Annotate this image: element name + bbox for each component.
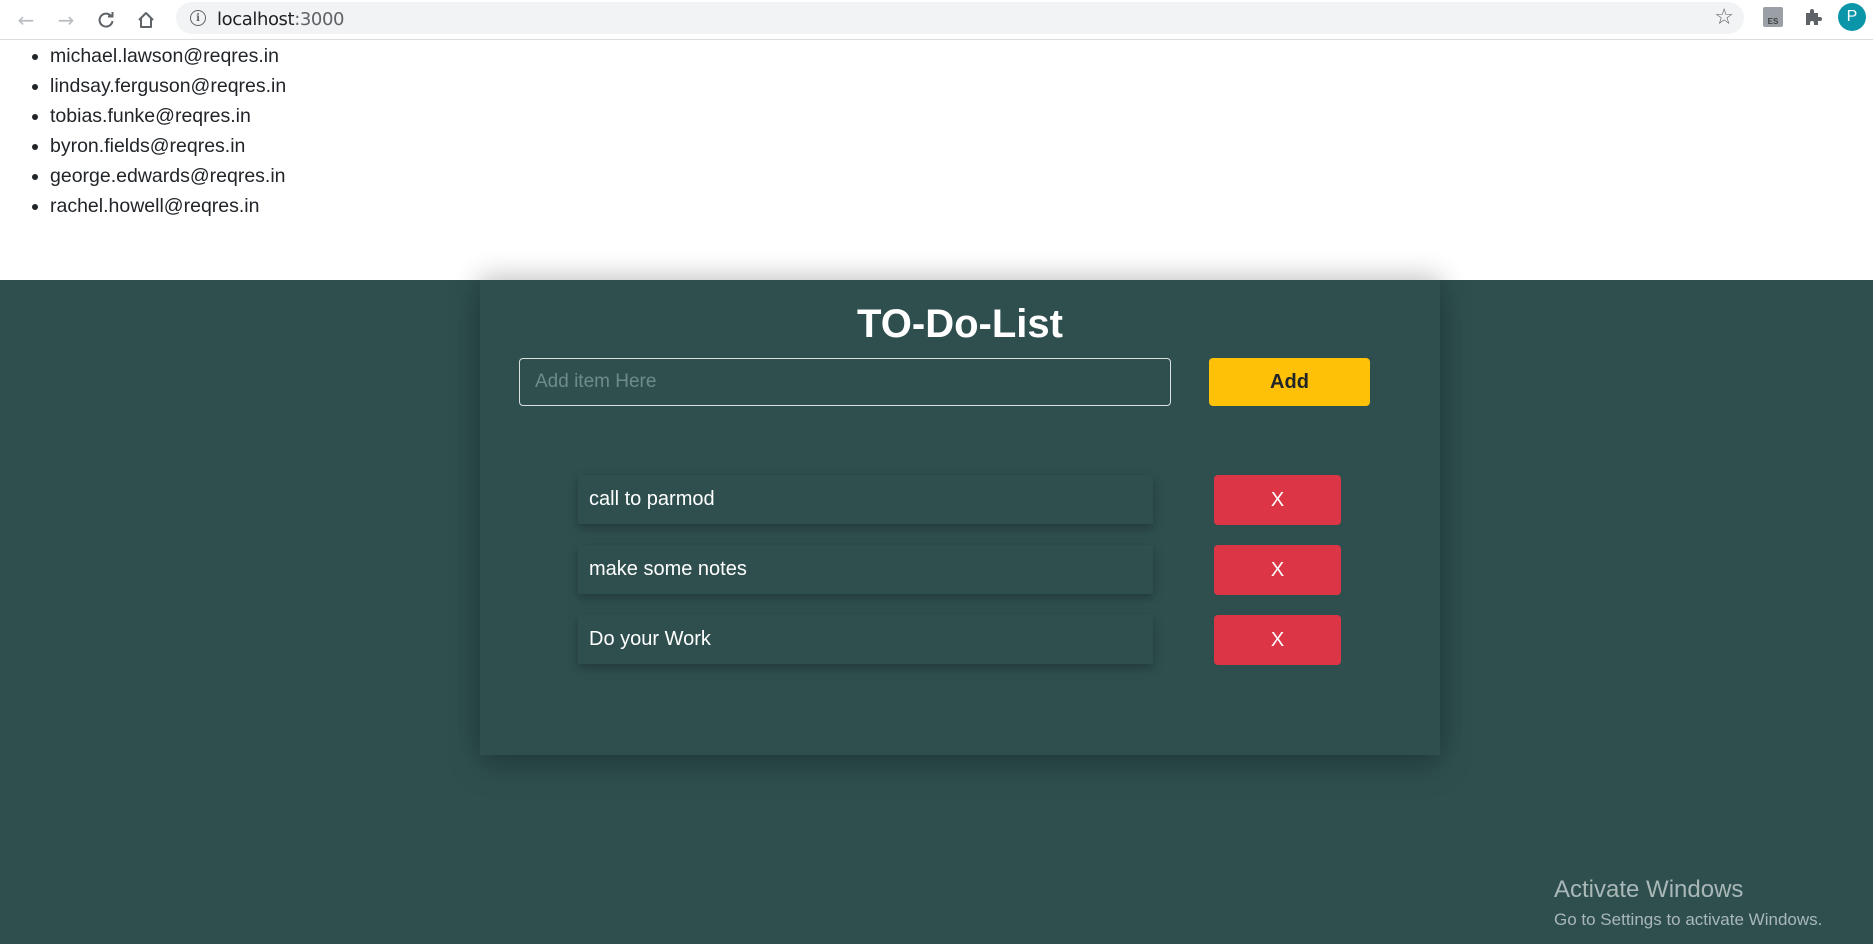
- email-item: rachel.howell@reqres.in: [50, 191, 286, 221]
- todo-card: TO-Do-List Add call to parmod X make som…: [480, 280, 1440, 755]
- todo-section: TO-Do-List Add call to parmod X make som…: [0, 280, 1873, 944]
- home-icon[interactable]: [130, 4, 162, 36]
- email-item: lindsay.ferguson@reqres.in: [50, 71, 286, 101]
- profile-avatar[interactable]: P: [1838, 3, 1866, 31]
- watermark-heading: Activate Windows: [1554, 876, 1744, 903]
- extensions-puzzle-icon[interactable]: [1800, 4, 1826, 30]
- todo-item: Do your Work: [578, 615, 1153, 664]
- extension-badge-label: ES: [1767, 17, 1779, 26]
- back-arrow-icon[interactable]: ←: [10, 4, 42, 36]
- delete-item-button[interactable]: X: [1214, 545, 1341, 595]
- add-item-input[interactable]: [519, 358, 1171, 406]
- extension-es-icon[interactable]: ES: [1763, 7, 1783, 27]
- todo-item-text: make some notes: [589, 558, 747, 580]
- watermark-subtext: Go to Settings to activate Windows.: [1554, 910, 1823, 929]
- forward-arrow-icon[interactable]: →: [50, 4, 82, 36]
- email-item: george.edwards@reqres.in: [50, 161, 286, 191]
- delete-item-button[interactable]: X: [1214, 615, 1341, 665]
- bookmark-star-icon[interactable]: ☆: [1714, 5, 1734, 30]
- todo-item-text: call to parmod: [589, 488, 715, 510]
- reload-icon[interactable]: [90, 4, 122, 36]
- email-item: byron.fields@reqres.in: [50, 131, 286, 161]
- activate-windows-watermark: Activate Windows Go to Settings to activ…: [1554, 876, 1822, 930]
- site-info-icon[interactable]: i: [190, 10, 206, 26]
- add-button[interactable]: Add: [1209, 358, 1370, 406]
- todo-item: make some notes: [578, 545, 1153, 594]
- todo-item: call to parmod: [578, 475, 1153, 524]
- email-item: michael.lawson@reqres.in: [50, 41, 286, 71]
- delete-item-button[interactable]: X: [1214, 475, 1341, 525]
- profile-initial: P: [1846, 8, 1858, 25]
- address-bar[interactable]: i localhost:3000 ☆: [176, 2, 1744, 34]
- url-host: localhost: [217, 9, 295, 30]
- email-list: michael.lawson@reqres.in lindsay.ferguso…: [50, 41, 286, 221]
- browser-toolbar: ← → i localhost:3000 ☆ ES P: [0, 0, 1873, 40]
- url-text[interactable]: localhost:3000: [217, 9, 344, 30]
- url-port: :3000: [294, 9, 345, 30]
- page-title: TO-Do-List: [857, 302, 1063, 346]
- email-item: tobias.funke@reqres.in: [50, 101, 286, 131]
- todo-item-text: Do your Work: [589, 628, 711, 650]
